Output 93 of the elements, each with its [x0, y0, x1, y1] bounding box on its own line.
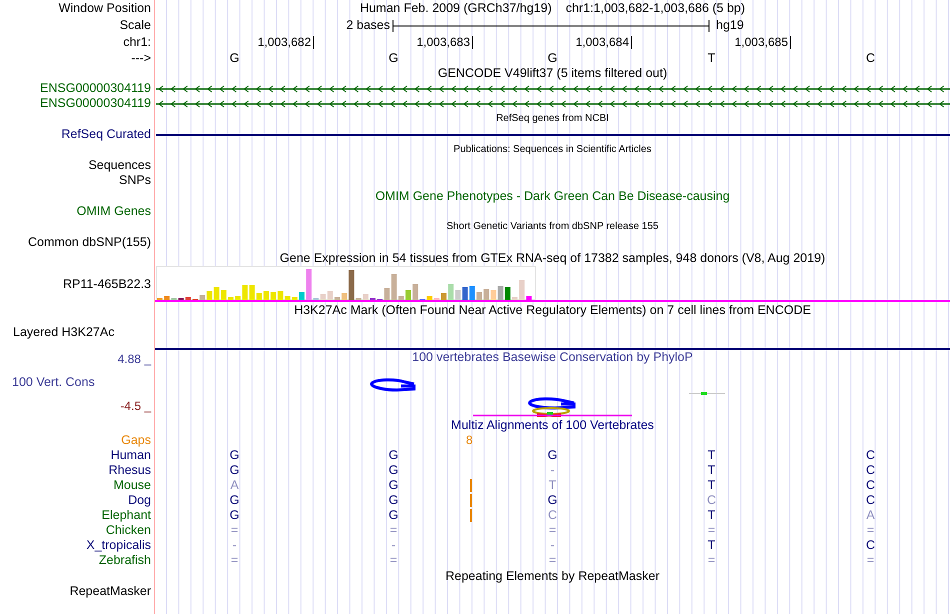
track-label[interactable]: Window Position [58, 1, 151, 16]
aligned-base: G [230, 508, 240, 523]
track-title: RefSeq genes from NCBI [496, 114, 609, 124]
track-title: Repeating Elements by RepeatMasker [445, 570, 660, 582]
aligned-base: C [548, 508, 558, 523]
aligned-base: = [230, 553, 238, 568]
position-text: chr1:1,003,682-1,003,686 (5 bp) [566, 0, 746, 18]
aligned-base: = [548, 523, 556, 538]
aligned-base: = [708, 523, 716, 538]
gene-model-drawing[interactable] [155, 100, 950, 108]
aligned-base: G [388, 508, 398, 523]
aligned-base: C [866, 493, 876, 508]
aligned-base: G [388, 448, 398, 463]
track-title: Gene Expression in 54 tissues from GTEx RNA-seq of 17382 samples, 948 donors (V8, Aug 2019) [280, 252, 826, 264]
aligned-base: T [548, 478, 556, 493]
scale-text: 2 bases [345, 17, 391, 34]
track-title: OMIM Gene Phenotypes - Dark Green Can Be Disease-causing [375, 190, 730, 202]
aligned-base: = [390, 553, 398, 568]
axis-min-label: -4.5 _ [120, 398, 151, 415]
aligned-base: - [391, 538, 396, 553]
aligned-base: T [708, 508, 716, 523]
aligned-base: G [388, 493, 398, 508]
aligned-base: = [548, 553, 556, 568]
track-title: H3K27Ac Mark (Often Found Near Active Regulatory Elements) on 7 cell lines from ENCODE [294, 304, 811, 316]
track-label[interactable]: ---> [131, 50, 151, 66]
aligned-base: C [706, 493, 716, 508]
coordinate-tick: 1,003,684 [576, 36, 632, 49]
aligned-base: G [230, 448, 240, 463]
track-label[interactable]: Rhesus [108, 463, 151, 478]
gap-count: 8 [466, 433, 473, 448]
aligned-base: C [866, 448, 876, 463]
reference-base: G [548, 51, 558, 65]
track-label[interactable]: Zebrafish [98, 553, 151, 568]
track-label[interactable]: X_tropicalis [86, 538, 151, 553]
aligned-base: C [866, 478, 876, 493]
aligned-base: = [866, 523, 874, 538]
track-label[interactable]: Elephant [102, 508, 151, 523]
aligned-base: C [866, 538, 876, 553]
scale-bar-icon [392, 18, 710, 32]
track-label[interactable]: 100 Vert. Cons [0, 373, 151, 392]
aligned-base: G [548, 493, 558, 508]
reference-base: T [708, 51, 716, 65]
expression-bars-drawing[interactable] [156, 266, 536, 300]
track-title: GENCODE V49lift37 (5 items filtered out) [438, 66, 668, 80]
track-label[interactable]: RP11-465B22.3 [62, 276, 151, 292]
aligned-base: T [708, 538, 716, 553]
aligned-base: G [230, 493, 240, 508]
track-label[interactable]: Scale [120, 18, 151, 33]
axis-max-label: 4.88 _ [118, 351, 151, 368]
aligned-base: - [232, 538, 237, 553]
aligned-base: T [708, 463, 716, 478]
track-title: Multiz Alignments of 100 Vertebrates [451, 418, 654, 432]
aligned-base: G [388, 463, 398, 478]
assembly-text: hg19 [716, 17, 744, 34]
aligned-base: = [390, 523, 398, 538]
track-label[interactable]: Chicken [106, 523, 151, 538]
track-title: Short Genetic Variants from dbSNP release 155 [446, 222, 658, 232]
aligned-base: G [388, 478, 398, 493]
reference-base: G [230, 51, 240, 65]
track-label[interactable]: RefSeq Curated [61, 127, 151, 142]
reference-base: C [866, 51, 876, 65]
gene-model-drawing[interactable] [155, 85, 950, 93]
track-title: Publications: Sequences in Scientific Articles [454, 145, 652, 155]
aligned-base: = [230, 523, 238, 538]
coordinate-tick: 1,003,683 [416, 36, 473, 49]
aligned-base: - [550, 538, 555, 553]
aligned-base: = [708, 553, 716, 568]
track-label[interactable]: OMIM Genes [76, 204, 151, 219]
aligned-base: C [866, 463, 876, 478]
aligned-base: A [230, 478, 239, 493]
track-label[interactable]: Common dbSNP(155) [28, 235, 151, 250]
track-label[interactable]: Sequences [88, 158, 151, 173]
assembly-title: Human Feb. 2009 (GRCh37/hg19) [360, 0, 552, 18]
track-label[interactable]: ENSG00000304119 [40, 96, 151, 111]
aligned-base: T [708, 478, 716, 493]
aligned-base: = [866, 553, 874, 568]
aligned-base: G [548, 448, 558, 463]
coordinate-tick: 1,003,685 [734, 36, 791, 49]
track-title: 100 vertebrates Basewise Conservation by PhyloP [412, 349, 693, 366]
track-label[interactable]: Human [110, 448, 151, 463]
track-label[interactable]: ENSG00000304119 [40, 81, 151, 96]
reference-base: G [388, 51, 398, 65]
aligned-base: T [708, 448, 716, 463]
track-label[interactable]: Dog [128, 493, 151, 508]
aligned-base: G [230, 463, 240, 478]
track-label[interactable]: Layered H3K27Ac [13, 325, 114, 339]
coordinate-tick: 1,003,682 [258, 36, 314, 49]
aligned-base: - [550, 463, 555, 478]
aligned-base: A [866, 508, 875, 523]
track-label[interactable]: RepeatMasker [70, 584, 151, 599]
track-label[interactable]: Mouse [113, 478, 151, 493]
track-label[interactable]: chr1: [123, 35, 151, 50]
track-label[interactable]: SNPs [119, 173, 151, 188]
